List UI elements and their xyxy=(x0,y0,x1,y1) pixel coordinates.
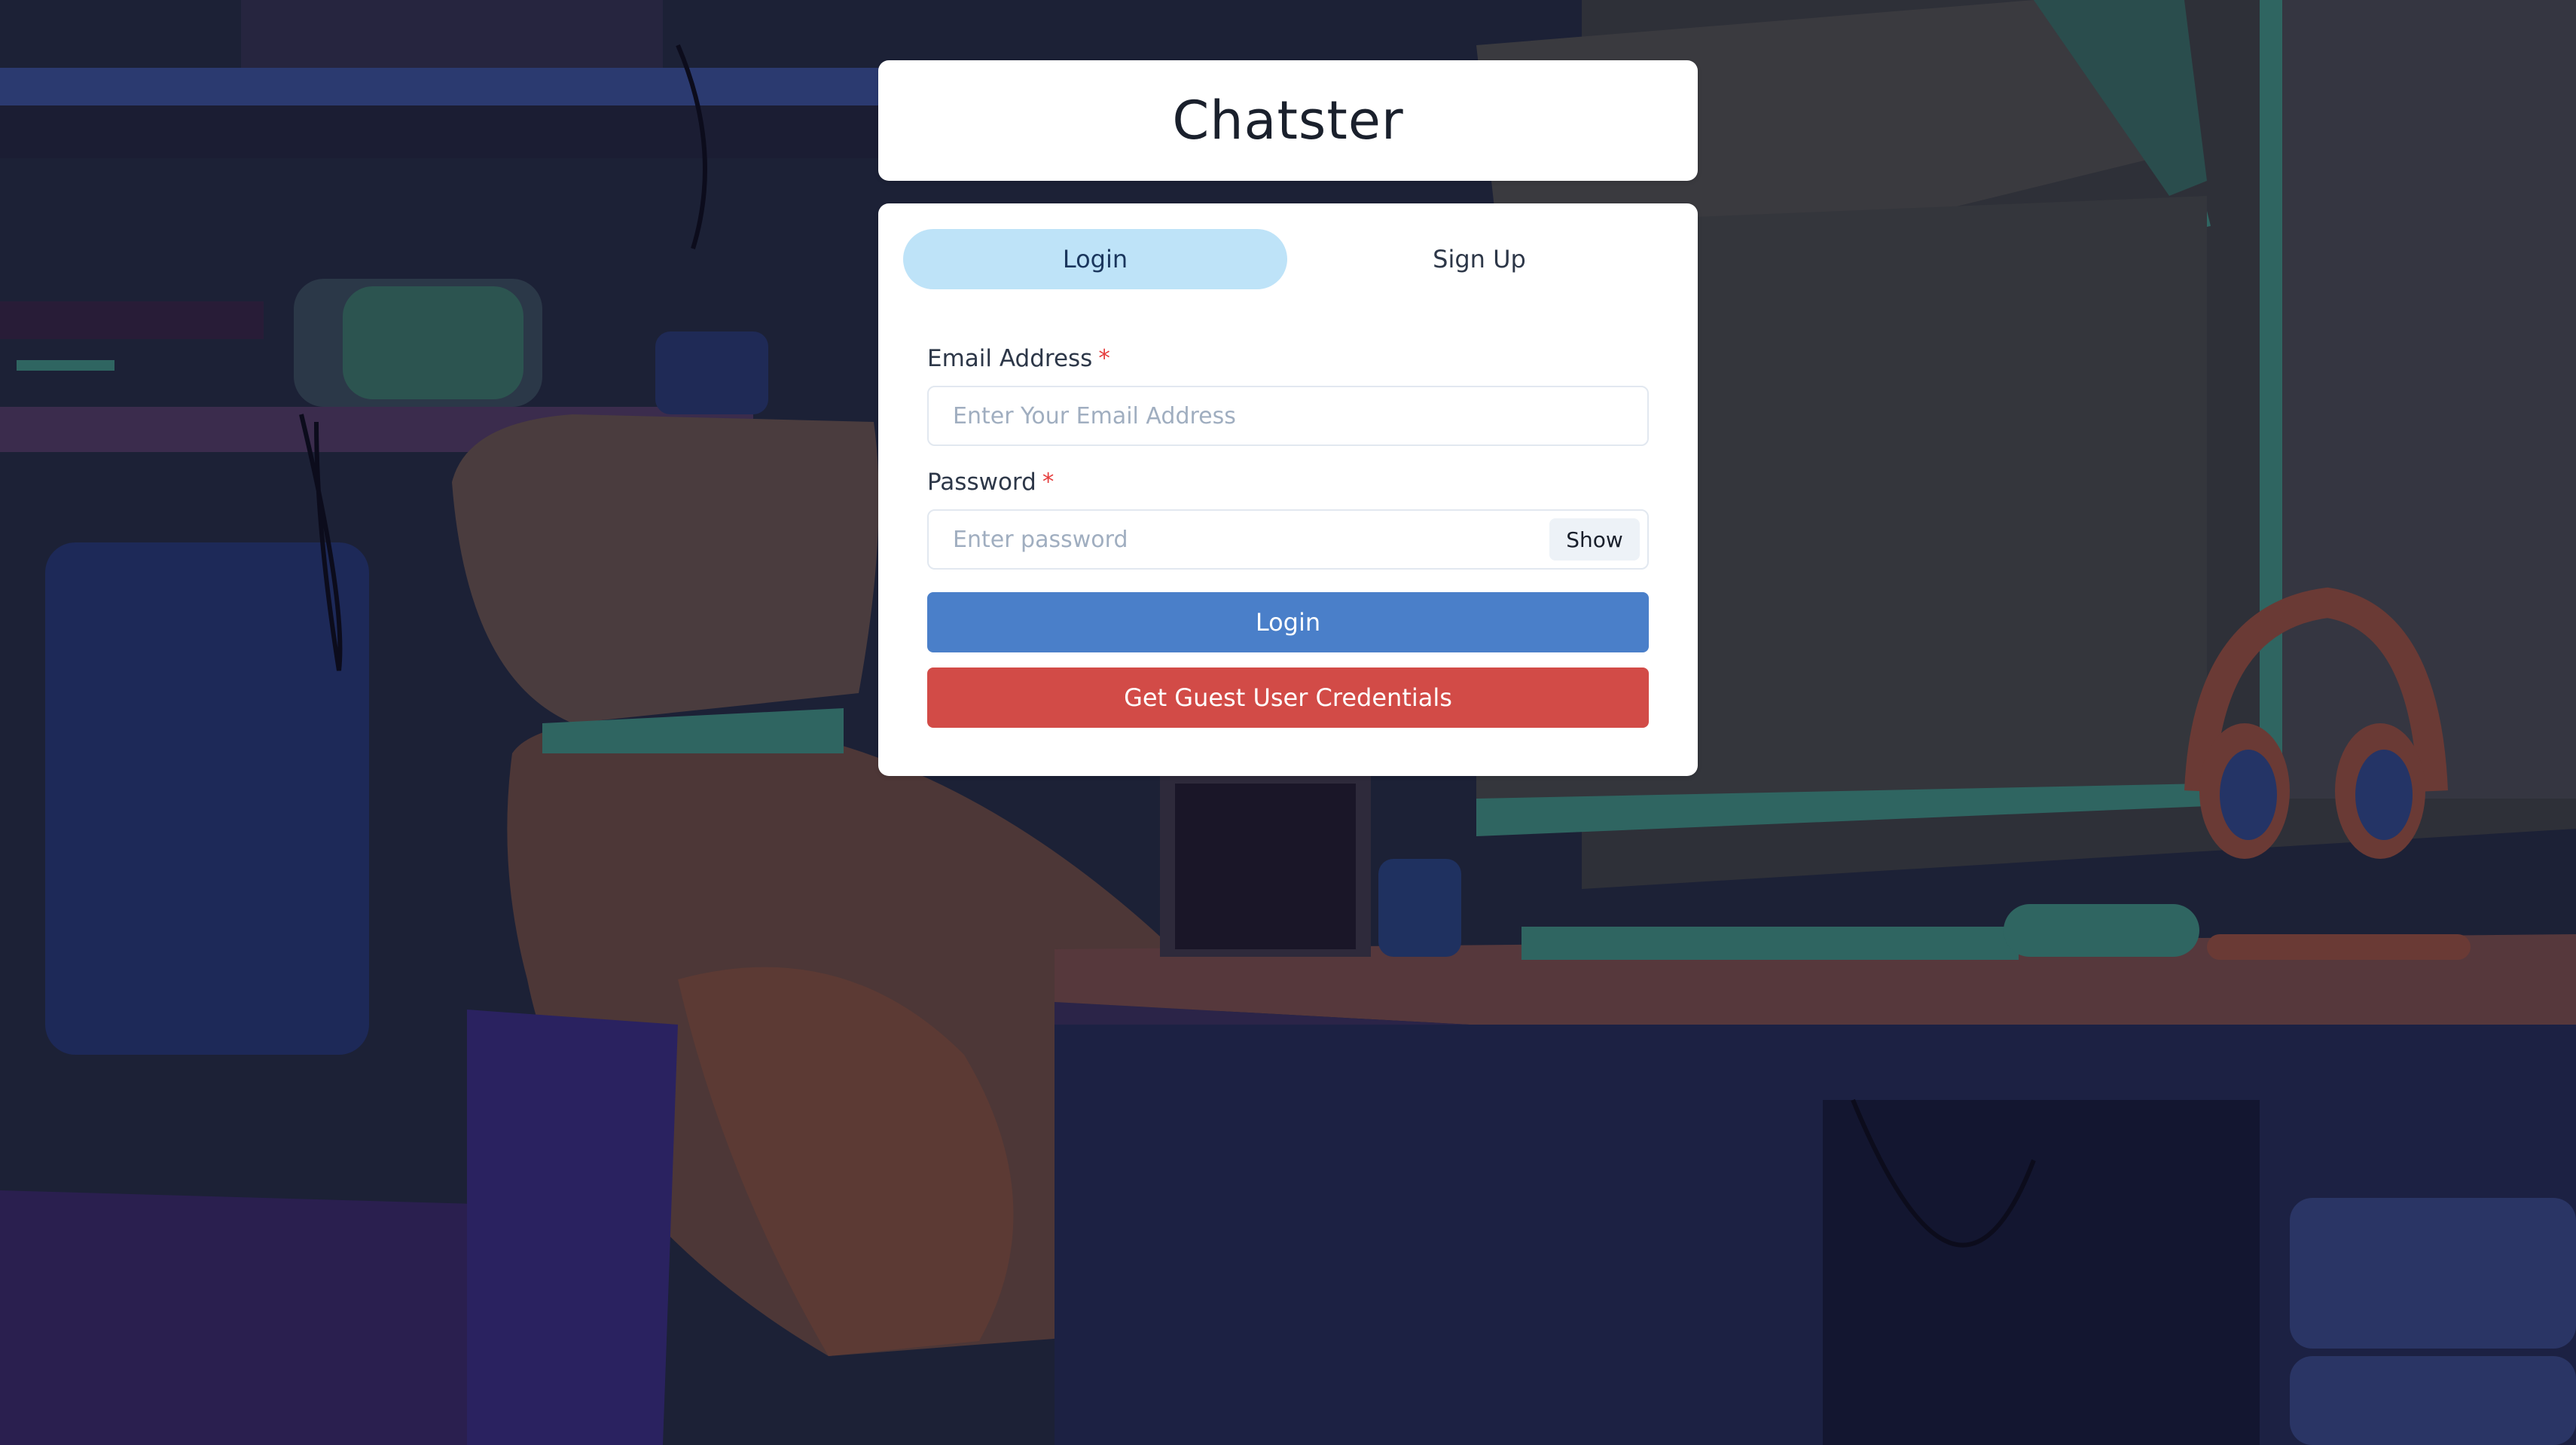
required-indicator: * xyxy=(1042,469,1055,496)
login-button[interactable]: Login xyxy=(927,592,1649,652)
required-indicator: * xyxy=(1098,345,1110,372)
auth-card: Login Sign Up Email Address* Password* S… xyxy=(878,203,1698,776)
app-title: Chatster xyxy=(1172,90,1404,151)
login-form: Email Address* Password* Show Login Get … xyxy=(903,342,1673,728)
header-card: Chatster xyxy=(878,60,1698,181)
auth-tabs: Login Sign Up xyxy=(903,229,1673,289)
email-label: Email Address * xyxy=(927,342,1649,375)
password-label-text: Password xyxy=(927,469,1036,496)
guest-credentials-button[interactable]: Get Guest User Credentials xyxy=(927,668,1649,728)
password-input[interactable] xyxy=(929,511,1647,568)
password-field-wrapper: Show xyxy=(927,509,1649,570)
show-password-button[interactable]: Show xyxy=(1549,518,1640,561)
email-field-wrapper xyxy=(927,386,1649,446)
tab-login[interactable]: Login xyxy=(903,229,1287,289)
email-input[interactable] xyxy=(929,387,1647,444)
password-label: Password * xyxy=(927,466,1649,499)
email-label-text: Email Address xyxy=(927,345,1093,372)
tab-sign-up[interactable]: Sign Up xyxy=(1287,229,1671,289)
